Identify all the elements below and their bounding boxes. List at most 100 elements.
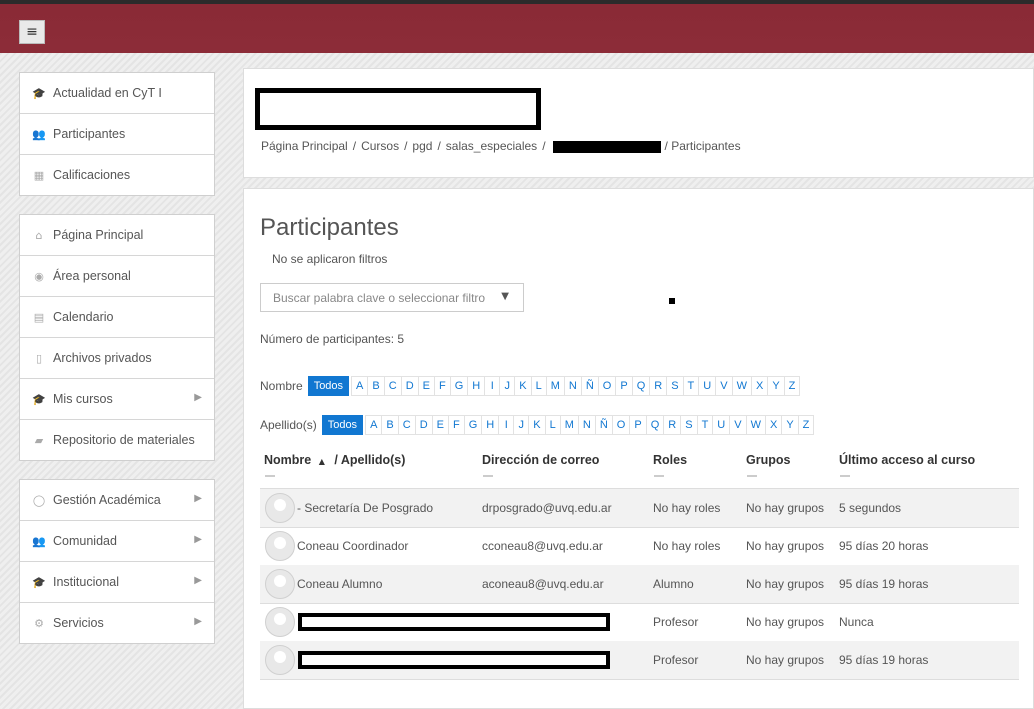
collapse-icon[interactable] (747, 475, 757, 477)
first-name-letter-e[interactable]: E (417, 376, 435, 396)
participant-roles[interactable]: Profesor (653, 653, 698, 667)
breadcrumb-link[interactable]: Cursos (361, 139, 399, 153)
last-name-letter-e[interactable]: E (431, 415, 449, 435)
last-name-letter-u[interactable]: U (712, 415, 731, 435)
first-name-letter-d[interactable]: D (400, 376, 419, 396)
first-name-letter-q[interactable]: Q (631, 376, 651, 396)
avatar[interactable] (265, 493, 295, 523)
participant-roles[interactable]: No hay roles (653, 501, 720, 515)
first-name-letter-k[interactable]: K (514, 376, 532, 396)
sidebar-item-página-principal[interactable]: ⌂ Página Principal (20, 215, 214, 256)
last-name-letter-x[interactable]: X (764, 415, 783, 435)
collapse-icon[interactable] (840, 475, 850, 477)
avatar[interactable] (265, 569, 295, 599)
last-name-letter-z[interactable]: Z (797, 415, 815, 435)
first-name-letter-j[interactable]: J (499, 376, 516, 396)
last-name-letter-o[interactable]: O (611, 415, 631, 435)
chevron-right-icon[interactable]: ▶ (194, 575, 202, 586)
first-name-letter-i[interactable]: I (484, 376, 501, 396)
sidebar-item-actualidad-en-cyt-i[interactable]: 🎓 Actualidad en CyT I (20, 73, 214, 114)
participant-roles[interactable]: Alumno (653, 577, 694, 591)
last-name-letter-i[interactable]: I (498, 415, 515, 435)
participant-name-link[interactable]: Coneau Coordinador (297, 539, 408, 553)
column-header-name[interactable]: Nombre ▲ / Apellido(s) (264, 453, 405, 467)
first-name-letter-x[interactable]: X (750, 376, 769, 396)
column-header-roles[interactable]: Roles (653, 453, 687, 467)
sidebar-item-área-personal[interactable]: ◉ Área personal (20, 256, 214, 297)
participant-roles[interactable]: No hay roles (653, 539, 720, 553)
sidebar-item-calendario[interactable]: ▤ Calendario (20, 297, 214, 338)
sidebar-item-calificaciones[interactable]: ▦ Calificaciones (20, 155, 214, 195)
collapse-icon[interactable] (483, 475, 493, 477)
last-name-letter-j[interactable]: J (513, 415, 530, 435)
last-name-letter-m[interactable]: M (559, 415, 579, 435)
chevron-right-icon[interactable]: ▶ (194, 534, 202, 545)
participant-name-link[interactable]: - Secretaría De Posgrado (297, 501, 433, 515)
first-name-letter-ñ[interactable]: Ñ (580, 376, 599, 396)
last-name-letter-k[interactable]: K (528, 415, 546, 435)
sidebar-item-institucional[interactable]: 🎓 Institucional ▶ (20, 562, 214, 603)
first-name-letter-f[interactable]: F (433, 376, 451, 396)
last-name-letter-a[interactable]: A (365, 415, 383, 435)
last-name-letter-c[interactable]: C (397, 415, 416, 435)
last-name-letter-s[interactable]: S (680, 415, 698, 435)
first-name-letter-g[interactable]: G (449, 376, 469, 396)
sidebar-item-gestión-académica[interactable]: ◯ Gestión Académica ▶ (20, 480, 214, 521)
first-name-letter-t[interactable]: T (682, 376, 700, 396)
participant-name-link[interactable]: Coneau Alumno (297, 577, 382, 591)
first-name-letter-z[interactable]: Z (783, 376, 801, 396)
sidebar-item-participantes[interactable]: 👥 Participantes (20, 114, 214, 155)
column-header-last-access[interactable]: Último acceso al curso (839, 453, 975, 467)
avatar[interactable] (265, 607, 295, 637)
last-name-letter-v[interactable]: V (729, 415, 747, 435)
last-name-all-button[interactable]: Todos (321, 415, 364, 435)
collapse-icon[interactable] (265, 475, 275, 477)
last-name-letter-g[interactable]: G (463, 415, 483, 435)
first-name-letter-n[interactable]: N (563, 376, 582, 396)
avatar[interactable] (265, 645, 295, 675)
first-name-letter-v[interactable]: V (715, 376, 733, 396)
avatar[interactable] (265, 531, 295, 561)
last-name-letter-b[interactable]: B (381, 415, 399, 435)
hamburger-icon[interactable]: ≡ (19, 20, 45, 44)
last-name-letter-r[interactable]: R (663, 415, 682, 435)
last-name-letter-f[interactable]: F (448, 415, 465, 435)
sort-asc-icon[interactable]: ▲ (319, 457, 325, 466)
first-name-letter-c[interactable]: C (383, 376, 402, 396)
column-header-groups[interactable]: Grupos (746, 453, 790, 467)
search-filter-input[interactable]: Buscar palabra clave o seleccionar filtr… (260, 283, 524, 312)
last-name-letter-n[interactable]: N (577, 415, 596, 435)
first-name-letter-y[interactable]: Y (767, 376, 785, 396)
first-name-letter-b[interactable]: B (367, 376, 385, 396)
sidebar-item-servicios[interactable]: ⚙ Servicios ▶ (20, 603, 214, 643)
last-name-letter-q[interactable]: Q (645, 415, 665, 435)
first-name-letter-h[interactable]: H (467, 376, 486, 396)
breadcrumb-link[interactable]: Página Principal (261, 139, 348, 153)
first-name-letter-r[interactable]: R (649, 376, 668, 396)
sidebar-item-comunidad[interactable]: 👥 Comunidad ▶ (20, 521, 214, 562)
first-name-letter-m[interactable]: M (545, 376, 565, 396)
dropdown-arrow-icon[interactable]: ▼ (501, 291, 509, 302)
last-name-letter-h[interactable]: H (481, 415, 500, 435)
breadcrumb-link[interactable]: salas_especiales (446, 139, 537, 153)
breadcrumb-link[interactable]: pgd (412, 139, 432, 153)
last-name-letter-t[interactable]: T (696, 415, 714, 435)
first-name-letter-w[interactable]: W (731, 376, 752, 396)
first-name-letter-p[interactable]: P (615, 376, 633, 396)
first-name-letter-o[interactable]: O (597, 376, 617, 396)
first-name-letter-l[interactable]: L (530, 376, 547, 396)
collapse-icon[interactable] (654, 475, 664, 477)
last-name-letter-d[interactable]: D (414, 415, 433, 435)
first-name-all-button[interactable]: Todos (307, 376, 350, 396)
first-name-letter-s[interactable]: S (666, 376, 684, 396)
first-name-letter-u[interactable]: U (698, 376, 717, 396)
chevron-right-icon[interactable]: ▶ (194, 616, 202, 627)
last-name-letter-w[interactable]: W (745, 415, 766, 435)
chevron-right-icon[interactable]: ▶ (194, 493, 202, 504)
column-header-email[interactable]: Dirección de correo (482, 453, 599, 467)
participant-roles[interactable]: Profesor (653, 615, 698, 629)
last-name-letter-l[interactable]: L (544, 415, 561, 435)
sidebar-item-repositorio-de-materiales[interactable]: ▰ Repositorio de materiales (20, 420, 214, 460)
last-name-letter-p[interactable]: P (629, 415, 647, 435)
last-name-letter-ñ[interactable]: Ñ (594, 415, 613, 435)
